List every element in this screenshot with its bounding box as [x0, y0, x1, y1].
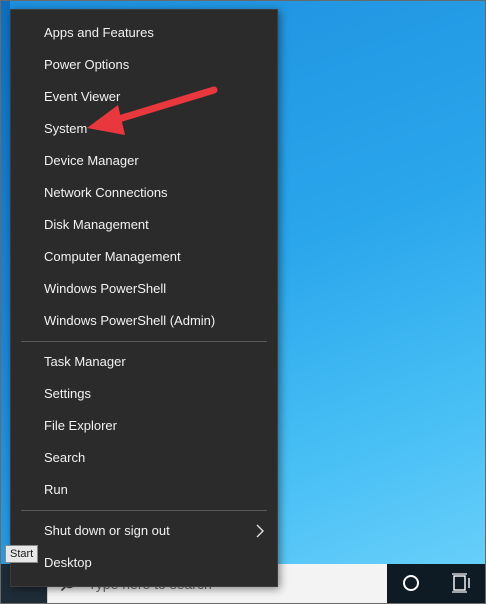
chevron-right-icon [256, 524, 264, 538]
start-tooltip: Start [5, 545, 39, 563]
menu-item-shut-down-or-sign-out[interactable]: Shut down or sign out [11, 516, 277, 546]
menu-item-label: Computer Management [44, 249, 181, 264]
menu-item-network-connections[interactable]: Network Connections [11, 178, 277, 208]
menu-item-label: System [44, 121, 88, 136]
menu-item-windows-powershell[interactable]: Windows PowerShell [11, 274, 277, 304]
menu-item-disk-management[interactable]: Disk Management [11, 210, 277, 240]
menu-item-label: Apps and Features [44, 25, 154, 40]
menu-item-apps-and-features[interactable]: Apps and Features [11, 18, 277, 48]
menu-item-file-explorer[interactable]: File Explorer [11, 411, 277, 441]
menu-item-label: Search [44, 450, 86, 465]
menu-item-label: Network Connections [44, 185, 168, 200]
menu-item-label: Settings [44, 386, 91, 401]
menu-item-label: Windows PowerShell [44, 281, 167, 296]
power-user-menu: Apps and Features Power Options Event Vi… [10, 9, 278, 587]
menu-item-run[interactable]: Run [11, 475, 277, 505]
menu-item-label: Device Manager [44, 153, 139, 168]
cortana-button[interactable] [393, 569, 431, 599]
menu-item-search[interactable]: Search [11, 443, 277, 473]
menu-separator [21, 510, 267, 511]
menu-item-computer-management[interactable]: Computer Management [11, 242, 277, 272]
menu-item-label: Power Options [44, 57, 130, 72]
menu-item-device-manager[interactable]: Device Manager [11, 146, 277, 176]
menu-item-desktop[interactable]: Desktop [11, 548, 277, 578]
task-view-button[interactable] [443, 569, 479, 599]
menu-separator [21, 341, 267, 342]
menu-item-label: Shut down or sign out [44, 523, 170, 538]
menu-item-system[interactable]: System [11, 114, 277, 144]
menu-item-label: File Explorer [44, 418, 117, 433]
menu-item-label: Windows PowerShell (Admin) [44, 313, 216, 328]
menu-item-task-manager[interactable]: Task Manager [11, 347, 277, 377]
menu-item-label: Run [44, 482, 68, 497]
menu-item-event-viewer[interactable]: Event Viewer [11, 82, 277, 112]
task-view-icon [452, 573, 470, 593]
desktop: Type here to search Apps and Features Po… [0, 0, 486, 604]
menu-item-label: Disk Management [44, 217, 149, 232]
menu-item-label: Event Viewer [44, 89, 121, 104]
menu-item-settings[interactable]: Settings [11, 379, 277, 409]
menu-item-label: Task Manager [44, 354, 126, 369]
menu-item-label: Desktop [44, 555, 92, 570]
menu-item-power-options[interactable]: Power Options [11, 50, 277, 80]
menu-item-windows-powershell-admin[interactable]: Windows PowerShell (Admin) [11, 306, 277, 336]
cortana-circle-icon [403, 575, 419, 591]
desktop-edge [1, 1, 10, 603]
